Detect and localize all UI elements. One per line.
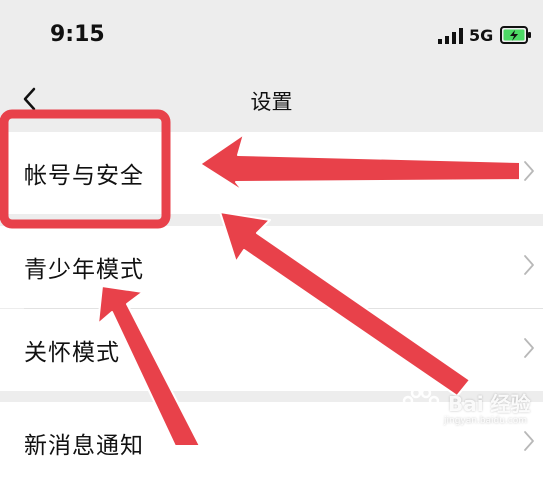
watermark-text: Bai 经验 <box>448 392 531 416</box>
network-label: 5G <box>469 26 494 45</box>
watermark: Bai 经验 jingyan.baidu.com <box>392 380 532 440</box>
status-bar: 9:15 5G <box>0 0 543 70</box>
menu-item-teen-mode[interactable]: 青少年模式 <box>0 226 543 308</box>
status-time: 9:15 <box>50 22 105 47</box>
watermark-url: jingyan.baidu.com <box>444 416 528 426</box>
menu-item-label: 关怀模式 <box>24 340 120 366</box>
page-title: 设置 <box>250 90 293 114</box>
menu-item-label: 新消息通知 <box>24 433 144 459</box>
battery-charging-icon <box>500 26 531 44</box>
menu-item-label: 青少年模式 <box>24 257 144 283</box>
menu-item-care-mode[interactable]: 关怀模式 <box>0 309 543 391</box>
chevron-right-icon <box>524 161 534 181</box>
menu-item-label: 帐号与安全 <box>24 163 144 189</box>
nav-bar: 设置 <box>0 70 543 132</box>
chevron-right-icon <box>524 338 534 358</box>
paw-logo-icon <box>402 387 440 425</box>
chevron-right-icon <box>524 255 534 275</box>
menu-item-account-security[interactable]: 帐号与安全 <box>0 132 543 214</box>
signal-bars-icon <box>438 28 463 44</box>
